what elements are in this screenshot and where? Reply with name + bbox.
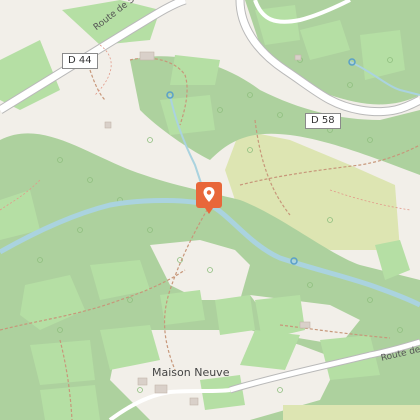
place-label-maison-neuve: Maison Neuve (152, 366, 230, 379)
location-pin-icon (203, 187, 215, 202)
location-marker[interactable] (196, 182, 222, 214)
road-shield-d44: D 44 (62, 53, 98, 69)
map-view[interactable]: D 44 D 58 Route de Sérignol Route de Mai… (0, 0, 420, 420)
grassland-area (283, 405, 420, 420)
road-shield-d58: D 58 (305, 113, 341, 129)
